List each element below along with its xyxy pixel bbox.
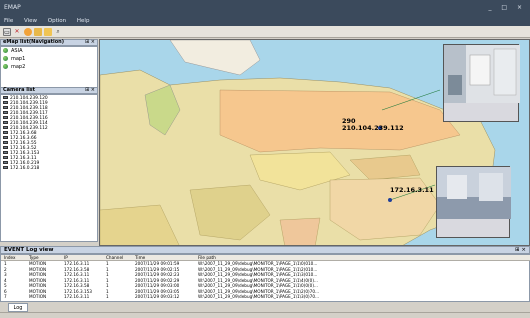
menu-option[interactable]: Option: [48, 18, 66, 24]
menu-file[interactable]: File: [4, 18, 13, 24]
nav-item-map1[interactable]: map1: [3, 56, 25, 63]
column-header-ip[interactable]: IP: [64, 255, 102, 261]
camera-icon: [3, 146, 8, 149]
camera-icon[interactable]: [34, 28, 42, 36]
table-row[interactable]: 7 MOTION 172.16.3.11 1 2007/11/29 09:03:…: [1, 294, 530, 300]
cell-type: MOTION: [29, 294, 47, 299]
search-icon[interactable]: ⌕: [54, 28, 62, 36]
camera-panel-pin[interactable]: ⊞ ×: [85, 88, 95, 93]
camera-icon: [3, 156, 8, 159]
title-bar: EMAP _ □ ×: [0, 0, 530, 16]
event-log-title: EVENT Log view: [4, 247, 54, 253]
table-header-row: Index Type IP Channel Time File path: [1, 255, 530, 261]
event-log-header: EVENT Log view ⊞ ×: [0, 246, 530, 254]
nav-item-label: map1: [11, 56, 26, 62]
cell-file-path: W:\2007_11_29_09\debug\MONITOR_1\PAGE_1\…: [198, 294, 319, 299]
delete-icon[interactable]: ✕: [13, 28, 21, 36]
map-camera-ip: 210.104.239.112: [342, 124, 404, 132]
menu-view[interactable]: View: [24, 18, 37, 24]
new-icon[interactable]: ▭: [3, 28, 11, 36]
column-header-time[interactable]: Time: [135, 255, 195, 261]
folder-icon[interactable]: [44, 28, 52, 36]
nav-panel: ASIA map1 map2: [0, 46, 98, 92]
globe-icon: [3, 64, 8, 69]
column-header-type[interactable]: Type: [29, 255, 59, 261]
globe-icon: [3, 56, 8, 61]
column-header-index[interactable]: Index: [4, 255, 22, 261]
tab-log[interactable]: Log: [8, 303, 28, 312]
map-camera-ip: 172.16.3.11: [390, 186, 434, 194]
status-bar: [0, 312, 530, 318]
camera-icon: [3, 141, 8, 144]
camera-video-frame: [444, 45, 520, 103]
camera-icon: [3, 161, 8, 164]
nav-panel-title: eMap list(Navigation): [3, 39, 65, 45]
cell-channel: 1: [106, 294, 109, 299]
cell-ip: 172.16.3.11: [64, 294, 90, 299]
map-view[interactable]: 290 210.104.239.112 172.16.3.11 1 IP:210…: [99, 39, 530, 246]
cell-index: 7: [4, 294, 7, 299]
camera-icon: [3, 101, 8, 104]
toolbar: ▭ ✕ ⌕: [0, 26, 530, 38]
camera-icon: [3, 151, 8, 154]
map-camera-label[interactable]: 290 210.104.239.112: [342, 118, 404, 132]
camera-panel-title: Camera list: [3, 87, 36, 93]
settings-icon[interactable]: [24, 28, 32, 36]
camera-icon: [3, 126, 8, 129]
window-controls[interactable]: _ □ ×: [488, 0, 526, 16]
camera-marker[interactable]: [388, 198, 392, 202]
camera-item[interactable]: 172.16.0.218: [3, 166, 39, 171]
camera-icon: [3, 136, 8, 139]
cell-time: 2007/11/29 09:03:12: [135, 294, 180, 299]
camera-ip: 172.16.0.218: [10, 166, 40, 171]
camera-panel-header: Camera list ⊞ ×: [0, 87, 98, 94]
nav-panel-header: eMap list(Navigation) ⊞ ×: [0, 39, 98, 46]
india-region: [279, 217, 321, 245]
camera-icon: [3, 121, 8, 124]
menu-bar: File View Option Help: [0, 16, 530, 26]
event-log-table: Index Type IP Channel Time File path 1 M…: [0, 254, 530, 302]
camera-popup[interactable]: IP:172.16.3.11 CH:1 × [CH] 172-1 2007-11…: [436, 166, 511, 238]
nav-item-label: ASIA: [11, 48, 23, 54]
nav-item-map2[interactable]: map2: [3, 64, 25, 71]
app-title: EMAP: [4, 4, 21, 11]
nav-item-label: map2: [11, 64, 26, 70]
column-header-file-path[interactable]: File path: [198, 255, 328, 261]
camera-icon: [3, 166, 8, 169]
event-log-controls[interactable]: ⊞ ×: [515, 247, 526, 253]
camera-icon: [3, 116, 8, 119]
menu-help[interactable]: Help: [77, 18, 90, 24]
camera-icon: [3, 96, 8, 99]
camera-icon: [3, 111, 8, 114]
camera-icon: [3, 106, 8, 109]
column-header-channel[interactable]: Channel: [106, 255, 131, 261]
camera-video-frame: [437, 167, 511, 219]
globe-icon: [3, 48, 8, 53]
nav-panel-pin[interactable]: ⊞ ×: [85, 40, 95, 45]
camera-panel: 210.104.239.120 210.104.239.119 210.104.…: [0, 94, 98, 242]
map-camera-label[interactable]: 172.16.3.11 1: [390, 187, 440, 194]
camera-popup[interactable]: IP:210.104.239.112 CH:1 × [CH] 290 2007-…: [443, 44, 520, 122]
nav-item-asia[interactable]: ASIA: [3, 48, 23, 55]
camera-icon: [3, 131, 8, 134]
